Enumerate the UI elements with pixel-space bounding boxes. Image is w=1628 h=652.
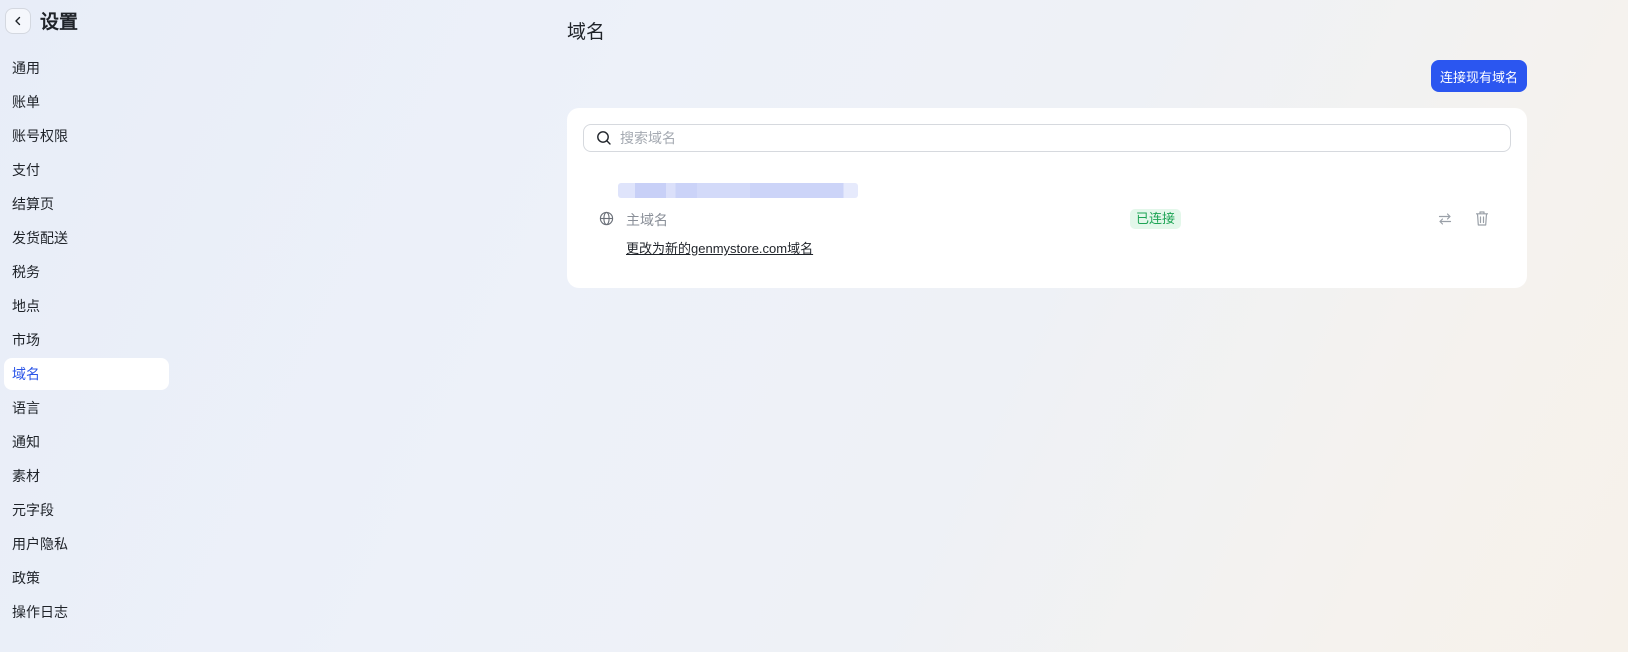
connect-existing-domain-button[interactable]: 连接现有域名 [1431, 60, 1527, 92]
sidebar-header: 设置 [5, 7, 78, 34]
sidebar-item[interactable]: 通知 [4, 426, 169, 458]
sidebar-item[interactable]: 语言 [4, 392, 169, 424]
domain-row: 主域名 已连接 [599, 209, 1499, 229]
sidebar-item[interactable]: 账号权限 [4, 120, 169, 152]
search-box[interactable] [583, 124, 1511, 152]
back-button[interactable] [5, 7, 31, 34]
change-domain-link[interactable]: 更改为新的genmystore.com域名 [626, 238, 813, 257]
status-badge: 已连接 [1130, 209, 1182, 229]
search-icon [597, 131, 611, 145]
sidebar-item[interactable]: 地点 [4, 290, 169, 322]
page-title: 域名 [567, 22, 606, 43]
swap-icon[interactable] [1437, 211, 1453, 227]
sidebar-item[interactable]: 操作日志 [4, 596, 169, 628]
globe-icon [599, 211, 614, 226]
chevron-left-icon [15, 16, 21, 25]
domain-type-label: 主域名 [626, 212, 668, 228]
sidebar-item[interactable]: 支付 [4, 154, 169, 186]
sidebar-item[interactable]: 域名 [4, 358, 169, 390]
sidebar-item[interactable]: 结算页 [4, 188, 169, 220]
sidebar-item[interactable]: 发货配送 [4, 222, 169, 254]
sidebar-item[interactable]: 税务 [4, 256, 169, 288]
sidebar-item[interactable]: 市场 [4, 324, 169, 356]
sidebar-item[interactable]: 用户隐私 [4, 528, 169, 560]
sidebar: 设置 通用 账单 账号权限 支付 结算页 发货配送 税务 地点 市场 域名 语言 通知 素材 元字段 用户隐… [0, 0, 172, 652]
sidebar-item[interactable]: 素材 [4, 460, 169, 492]
domain-card: 主域名 已连接 更改为新的genmystore.com域名 [567, 108, 1527, 288]
sidebar-item[interactable]: 通用 [4, 52, 169, 84]
sidebar-item[interactable]: 政策 [4, 562, 169, 594]
search-input[interactable] [620, 130, 1500, 146]
domain-name-redacted [618, 183, 858, 198]
sidebar-item[interactable]: 账单 [4, 86, 169, 118]
sidebar-item[interactable]: 元字段 [4, 494, 169, 526]
settings-nav: 通用 账单 账号权限 支付 结算页 发货配送 税务 地点 市场 域名 语言 通知 素材 元字段 用户隐私 政策… [4, 52, 169, 630]
trash-icon[interactable] [1474, 210, 1490, 227]
settings-title: 设置 [40, 12, 79, 33]
